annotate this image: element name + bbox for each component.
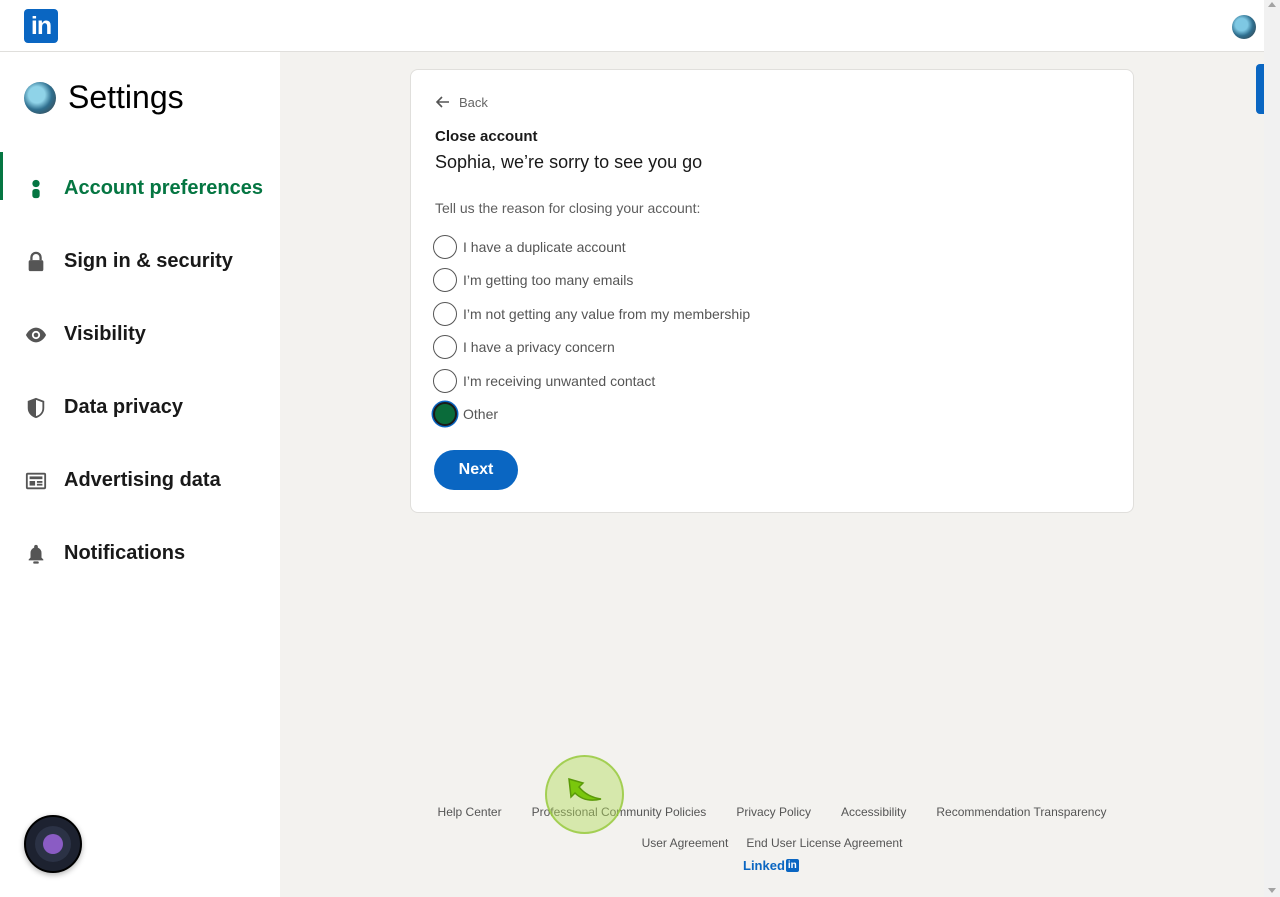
radio-button-selected[interactable] (433, 402, 457, 427)
footer-links-row-2: User Agreement End User License Agreemen… (410, 827, 1134, 858)
radio-button[interactable] (433, 335, 457, 360)
radio-button[interactable] (433, 368, 457, 393)
back-link[interactable]: Back (435, 94, 488, 110)
arrow-left-icon (435, 96, 449, 108)
assistant-launcher[interactable] (24, 815, 82, 873)
radio-button[interactable] (433, 234, 457, 259)
footer-link-privacy-policy[interactable]: Privacy Policy (736, 805, 811, 819)
scroll-up-arrow-icon[interactable] (1268, 2, 1276, 7)
scrollbar[interactable] (1264, 0, 1280, 897)
assistant-inner (35, 826, 71, 862)
card-title: Close account (435, 128, 538, 145)
footer-link-help-center[interactable]: Help Center (438, 805, 502, 819)
settings-header: Settings (24, 79, 184, 116)
sidebar-item-label: Data privacy (64, 396, 183, 418)
footer-linkedin-logo: Linked in (743, 858, 799, 873)
reason-prompt: Tell us the reason for closing your acco… (435, 200, 701, 216)
sidebar-item-sign-in-security[interactable]: Sign in & security (0, 225, 280, 298)
scroll-accent-tab (1256, 64, 1264, 114)
reason-option-privacy[interactable]: I have a privacy concern (433, 331, 750, 365)
lock-icon (28, 251, 44, 271)
reason-option-duplicate[interactable]: I have a duplicate account (433, 230, 750, 264)
shield-icon (27, 397, 45, 418)
person-icon (32, 179, 40, 198)
assistant-dot-icon (43, 834, 63, 854)
footer-link-eula[interactable]: End User License Agreement (746, 836, 902, 850)
settings-title: Settings (68, 79, 184, 115)
footer-links-row-1: Help Center Professional Community Polic… (410, 796, 1134, 827)
card-subtitle: Sophia, we’re sorry to see you go (435, 152, 703, 172)
close-account-card: Back Close account Sophia, we’re sorry t… (410, 69, 1134, 513)
settings-sidebar: Settings Account preferences Sign in & s… (0, 52, 280, 897)
profile-avatar[interactable] (1232, 15, 1256, 39)
reason-options: I have a duplicate account I’m getting t… (433, 230, 750, 431)
sidebar-item-notifications[interactable]: Notifications (0, 517, 280, 590)
sidebar-item-label: Visibility (64, 323, 146, 345)
linkedin-logo[interactable]: in (24, 9, 58, 43)
footer-link-recommendation-transparency[interactable]: Recommendation Transparency (936, 805, 1106, 819)
newspaper-icon (25, 472, 47, 489)
sidebar-item-label: Advertising data (64, 469, 221, 491)
sidebar-item-advertising-data[interactable]: Advertising data (0, 444, 280, 517)
footer-link-accessibility[interactable]: Accessibility (841, 805, 906, 819)
sidebar-item-account-preferences[interactable]: Account preferences (0, 152, 280, 225)
sidebar-item-label: Notifications (64, 542, 186, 564)
option-label: I have a duplicate account (463, 238, 626, 255)
eye-icon (25, 327, 47, 342)
next-button[interactable]: Next (434, 450, 518, 490)
radio-button[interactable] (433, 268, 457, 293)
sidebar-item-data-privacy[interactable]: Data privacy (0, 371, 280, 444)
footer-link-user-agreement[interactable]: User Agreement (642, 836, 729, 850)
footer-brand-text: Linked (743, 858, 785, 873)
sidebar-item-label: Account preferences (64, 177, 263, 199)
reason-option-unwanted-contact[interactable]: I’m receiving unwanted contact (433, 364, 750, 398)
option-label: I have a privacy concern (463, 339, 615, 356)
settings-nav: Account preferences Sign in & security V… (0, 152, 280, 590)
reason-option-other[interactable]: Other (433, 398, 750, 432)
sidebar-item-visibility[interactable]: Visibility (0, 298, 280, 371)
option-label: Other (463, 406, 499, 423)
radio-button[interactable] (433, 301, 457, 326)
reason-option-emails[interactable]: I’m getting too many emails (433, 264, 750, 298)
option-label: I’m getting too many emails (463, 272, 634, 289)
reason-option-no-value[interactable]: I’m not getting any value from my member… (433, 297, 750, 331)
cursor-arrow-icon (568, 777, 602, 801)
scroll-down-arrow-icon[interactable] (1268, 888, 1276, 893)
sidebar-item-label: Sign in & security (64, 250, 233, 272)
option-label: I’m receiving unwanted contact (463, 372, 656, 389)
option-label: I’m not getting any value from my member… (463, 305, 751, 322)
top-bar: in (0, 0, 1264, 52)
bell-icon (28, 544, 44, 564)
footer: Help Center Professional Community Polic… (410, 796, 1134, 874)
settings-avatar (24, 81, 56, 114)
back-label: Back (459, 94, 488, 110)
footer-brand-box: in (785, 859, 799, 872)
